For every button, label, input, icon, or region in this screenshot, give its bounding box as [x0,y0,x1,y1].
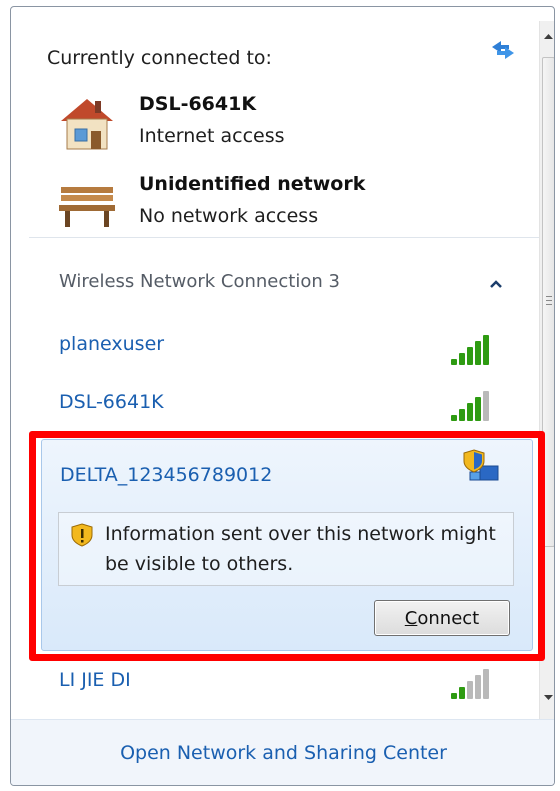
scroll-down-arrow-icon[interactable] [540,689,555,705]
selected-network-panel[interactable]: DELTA_123456789012 Information sent over… [41,439,533,651]
vertical-scrollbar[interactable] [539,21,555,725]
home-network-icon [61,99,113,150]
connection-item-dsl: DSL-6641K Internet access [47,91,507,161]
open-network-sharing-center-link[interactable]: Open Network and Sharing Center [11,742,554,764]
connect-button[interactable]: Connect [374,600,510,636]
security-warning-text: Information sent over this network might… [105,523,496,575]
section-title: Wireless Network Connection 3 [59,271,340,292]
shield-warning-icon [71,523,93,547]
connection-status: Internet access [139,125,285,147]
signal-strength-icon [451,333,497,365]
chevron-up-icon[interactable] [487,277,505,291]
currently-connected-label: Currently connected to: [47,47,272,69]
connect-accelerator: C [404,607,418,629]
connection-status: No network access [139,205,319,227]
park-bench-icon [59,187,115,227]
signal-strength-icon [451,667,497,699]
connection-name: DSL-6641K [139,93,257,115]
network-item-li-jie-di[interactable]: LI JIE DI [59,669,131,691]
refresh-network-icon[interactable] [489,37,517,63]
connection-item-unidentified: Unidentified network No network access [47,171,507,241]
network-flyout: Currently connected to: DSL-6641K Intern… [10,6,555,786]
section-divider [29,237,539,238]
connection-name: Unidentified network [139,173,366,195]
scroll-up-arrow-icon[interactable] [540,29,555,45]
security-warning-box: Information sent over this network might… [58,512,514,586]
selected-network-name: DELTA_123456789012 [60,464,273,486]
flyout-footer: Open Network and Sharing Center [11,719,554,785]
network-item-planexuser[interactable]: planexuser [59,333,164,355]
connect-label: onnect [417,607,480,629]
scroll-thumb[interactable] [542,57,554,547]
unsecured-network-icon [463,449,499,481]
signal-strength-icon [451,389,497,421]
network-item-dsl[interactable]: DSL-6641K [59,391,164,413]
